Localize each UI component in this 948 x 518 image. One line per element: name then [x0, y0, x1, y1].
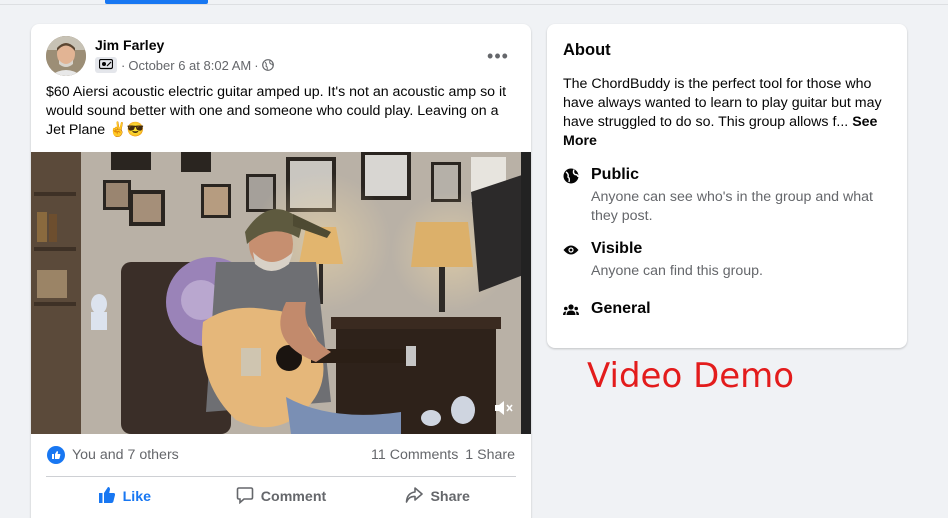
general-item: General [563, 300, 897, 322]
shares-count[interactable]: 1 Share [465, 447, 515, 463]
comments-count[interactable]: 11 Comments [371, 447, 458, 463]
engagement-counts: 11 Comments 1 Share [371, 447, 515, 463]
post-card: Jim Farley · October 6 at 8:02 AM · ••• … [31, 24, 531, 518]
author-name[interactable]: Jim Farley [95, 37, 164, 53]
video-demo-label: Video Demo [587, 356, 795, 396]
share-button[interactable]: Share [359, 480, 516, 514]
author-avatar[interactable] [46, 36, 86, 76]
more-options-button[interactable]: ••• [480, 38, 516, 74]
info-subtitle-visible: Anyone can find this group. [591, 263, 763, 279]
info-title-general: General [591, 300, 651, 317]
reactions-row: You and 7 others 11 Comments 1 Share [47, 442, 515, 468]
actions-divider [46, 476, 516, 477]
info-subtitle-public: Anyone can see who's in the group and wh… [591, 189, 873, 224]
reactions-text: You and 7 others [72, 447, 179, 463]
post-text: $60 Aiersi acoustic electric guitar ampe… [46, 84, 507, 138]
comment-icon [236, 486, 254, 508]
post-actions: Like Comment Share [46, 480, 516, 514]
post-date[interactable]: October 6 at 8:02 AM [128, 58, 251, 73]
globe-icon [563, 168, 579, 184]
meta-separator-2: · [254, 57, 259, 73]
info-title-visible: Visible [591, 240, 643, 257]
privacy-public-item: Public Anyone can see who's in the group… [563, 166, 897, 224]
thumbs-up-icon [98, 486, 116, 508]
about-card: About The ChordBuddy is the perfect tool… [547, 24, 907, 348]
post-meta: · October 6 at 8:02 AM · [95, 56, 274, 74]
meta-separator: · [121, 57, 126, 73]
comment-button[interactable]: Comment [203, 480, 360, 514]
share-icon [405, 486, 424, 508]
like-label: Like [122, 489, 152, 505]
like-reaction-icon [47, 446, 65, 464]
reactions-summary[interactable]: You and 7 others [47, 446, 179, 464]
about-description-text: The ChordBuddy is the perfect tool for t… [563, 76, 882, 130]
visibility-item: Visible Anyone can find this group. [563, 240, 897, 280]
video-frame [31, 152, 531, 434]
globe-icon [261, 59, 274, 71]
top-divider [0, 4, 948, 5]
video-player[interactable] [31, 152, 531, 434]
info-title-public: Public [591, 166, 640, 183]
eye-icon [563, 242, 579, 258]
group-badge-icon [95, 57, 117, 73]
post-header: Jim Farley · October 6 at 8:02 AM · ••• [46, 36, 516, 76]
group-icon [563, 302, 579, 318]
about-description: The ChordBuddy is the perfect tool for t… [563, 75, 897, 151]
like-button[interactable]: Like [46, 480, 203, 514]
mute-icon[interactable] [493, 399, 515, 422]
about-title: About [563, 41, 611, 59]
comment-label: Comment [260, 489, 327, 505]
share-label: Share [430, 489, 470, 505]
